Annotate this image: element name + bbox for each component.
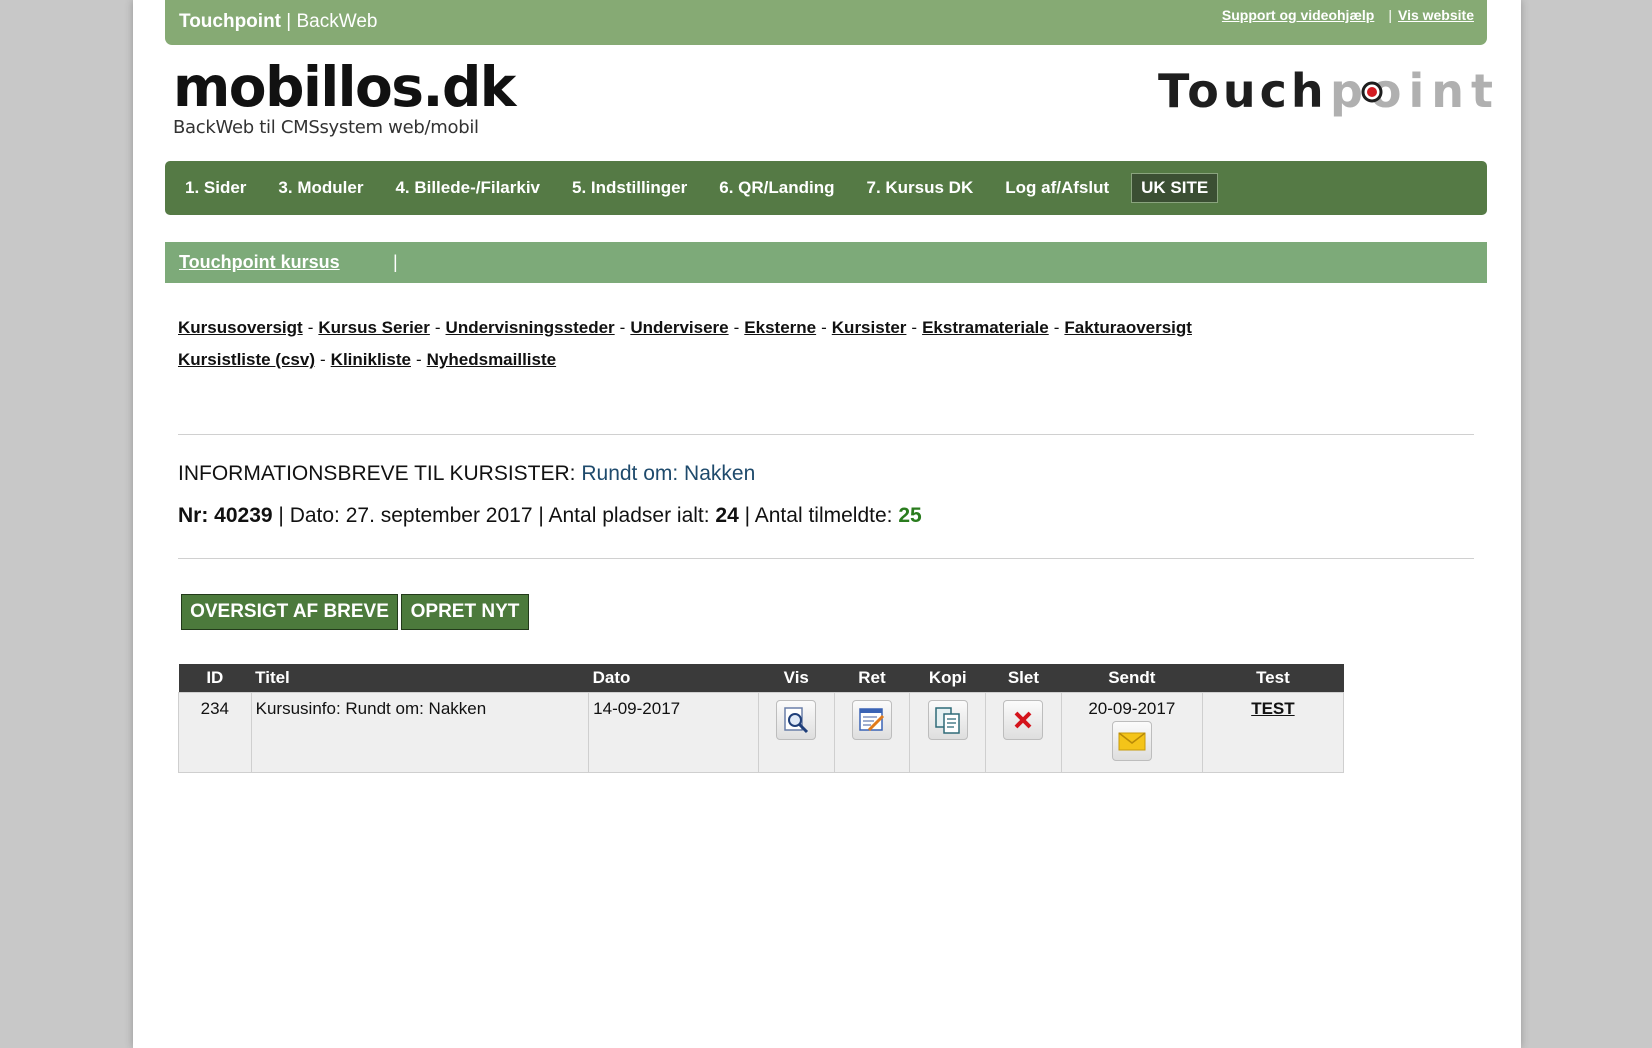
mobillos-logo: mobillos.dk BackWeb til CMSsystem web/mo… [173, 55, 516, 140]
test-link[interactable]: TEST [1251, 699, 1294, 718]
nav-indstillinger[interactable]: 5. Indstillinger [572, 178, 687, 198]
dash: - [320, 350, 326, 369]
submenu-nyhedsmailliste[interactable]: Nyhedsmailliste [427, 350, 556, 369]
touchpoint-kursus-link[interactable]: Touchpoint kursus [179, 252, 340, 273]
letters-table: ID Titel Dato Vis Ret Kopi Slet Sendt Te… [178, 664, 1345, 773]
submenu-undervisningssteder[interactable]: Undervisningssteder [446, 318, 615, 337]
section-bar: Touchpoint kursus | [165, 242, 1487, 283]
edit-document-icon [859, 708, 885, 732]
nav-sider[interactable]: 1. Sider [185, 178, 246, 198]
view-button[interactable] [776, 700, 817, 740]
nav-uk-site[interactable]: UK SITE [1131, 173, 1219, 203]
submenu-undervisere[interactable]: Undervisere [630, 318, 728, 337]
heading-label: INFORMATIONSBREVE TIL KURSISTER: [178, 462, 582, 485]
submenu-klinikliste[interactable]: Klinikliste [331, 350, 411, 369]
support-link[interactable]: Support og videohjælp [1222, 7, 1374, 23]
col-view: Vis [758, 664, 835, 693]
row-copy-cell [909, 692, 987, 773]
submenu-ekstramateriale[interactable]: Ekstramateriale [922, 318, 1049, 337]
copy-documents-icon [934, 707, 960, 734]
row-id: 234 [178, 692, 252, 773]
top-bar: Touchpoint | BackWeb Support og videohjæ… [165, 0, 1487, 45]
table-row: 234 Kursusinfo: Rundt om: Nakken 14-09-2… [178, 692, 1345, 773]
col-delete: Slet [985, 664, 1062, 693]
registered-label: | Antal tilmeldte: [738, 504, 899, 527]
nav-moduler[interactable]: 3. Moduler [278, 178, 363, 198]
dash: - [307, 318, 314, 337]
edit-button[interactable] [851, 700, 892, 740]
page-heading: INFORMATIONSBREVE TIL KURSISTER: Rundt o… [178, 462, 755, 486]
row-test-cell: TEST [1201, 692, 1345, 773]
magnifier-document-icon [784, 707, 809, 734]
topbar-brand: Touchpoint | BackWeb [179, 11, 377, 33]
seats-value: 24 [715, 504, 739, 527]
col-id: ID [178, 664, 252, 693]
copy-button[interactable] [927, 700, 968, 740]
col-edit: Ret [834, 664, 910, 693]
logo-point: point [1330, 64, 1501, 118]
submenu-kursus-serier[interactable]: Kursus Serier [318, 318, 430, 337]
send-button[interactable] [1111, 721, 1152, 761]
row-edit-cell [833, 692, 911, 773]
heading-course-name: Rundt om: Nakken [581, 462, 756, 485]
row-title: Kursusinfo: Rundt om: Nakken [250, 692, 590, 773]
col-date: Dato [588, 664, 759, 693]
col-test: Test [1202, 664, 1344, 693]
dash: - [1053, 318, 1060, 337]
delete-x-icon [1015, 711, 1032, 729]
create-new-button[interactable]: OPRET NYT [401, 594, 529, 630]
dash: - [415, 350, 422, 369]
registered-value: 25 [898, 504, 922, 527]
submenu-eksterne[interactable]: Eksterne [744, 318, 816, 337]
divider-top [178, 434, 1474, 435]
col-title: Titel [251, 664, 589, 693]
row-delete-cell [985, 692, 1062, 773]
dash: - [733, 318, 740, 337]
row-view-cell [757, 692, 835, 773]
submenu-line-1: Kursusoversigt - Kursus Serier - Undervisnin… [178, 312, 1428, 344]
row-sent-cell: 20-09-2017 [1060, 692, 1203, 773]
nav-qr-landing[interactable]: 6. QR/Landing [719, 178, 834, 198]
logo-subtitle: BackWeb til CMSsystem web/mobil [173, 117, 479, 138]
date-text: | Dato: 27. september 2017 | Antal plads… [272, 504, 716, 527]
topbar-separator: | [1388, 7, 1392, 23]
main-navigation: 1. Sider 3. Moduler 4. Billede-/Filarkiv… [165, 161, 1487, 215]
touchpoint-logo: Touch point [1158, 62, 1493, 122]
row-sent-date: 20-09-2017 [1088, 699, 1176, 718]
submenu-kursusoversigt[interactable]: Kursusoversigt [178, 318, 303, 337]
brand-rest: | BackWeb [281, 11, 378, 32]
website-link[interactable]: Vis website [1398, 7, 1474, 23]
submenu-fakturaoversigt[interactable]: Fakturaoversigt [1064, 318, 1192, 337]
envelope-icon [1118, 732, 1146, 751]
brand-bold: Touchpoint [179, 11, 282, 32]
section-bar-pipe: | [393, 252, 398, 272]
dash: - [619, 318, 626, 337]
nav-billede-filarkiv[interactable]: 4. Billede-/Filarkiv [395, 178, 540, 198]
col-copy: Kopi [909, 664, 986, 693]
dash: - [434, 318, 441, 337]
col-sent: Sendt [1061, 664, 1203, 693]
course-submenu: Kursusoversigt - Kursus Serier - Undervisnin… [178, 312, 1428, 376]
logo-dot-icon [1361, 81, 1383, 103]
delete-button[interactable] [1003, 700, 1044, 740]
divider-bottom [178, 558, 1474, 559]
submenu-kursistliste-csv[interactable]: Kursistliste (csv) [178, 350, 315, 369]
logo-touch: Touch [1158, 64, 1328, 118]
course-info-line: Nr: 40239 | Dato: 27. september 2017 | A… [178, 504, 922, 528]
submenu-line-2: Kursistliste (csv) - Klinikliste - Nyhedsmai… [178, 344, 1428, 376]
submenu-kursister[interactable]: Kursister [832, 318, 907, 337]
nr-label: Nr: [178, 504, 215, 527]
dash: - [911, 318, 918, 337]
page-container: Touchpoint | BackWeb Support og videohjæ… [133, 0, 1521, 1048]
table-header-row: ID Titel Dato Vis Ret Kopi Slet Sendt Te… [178, 664, 1344, 693]
row-date: 14-09-2017 [588, 692, 759, 773]
nav-log-af[interactable]: Log af/Afslut [1005, 178, 1109, 198]
logo-title: mobillos.dk [173, 55, 516, 119]
nr-value: 40239 [214, 504, 273, 527]
nav-kursus-dk[interactable]: 7. Kursus DK [866, 178, 973, 198]
topbar-links: Support og videohjælp | Vis website [1222, 7, 1474, 23]
dash: - [821, 318, 827, 337]
overview-letters-button[interactable]: OVERSIGT AF BREVE [181, 594, 398, 630]
